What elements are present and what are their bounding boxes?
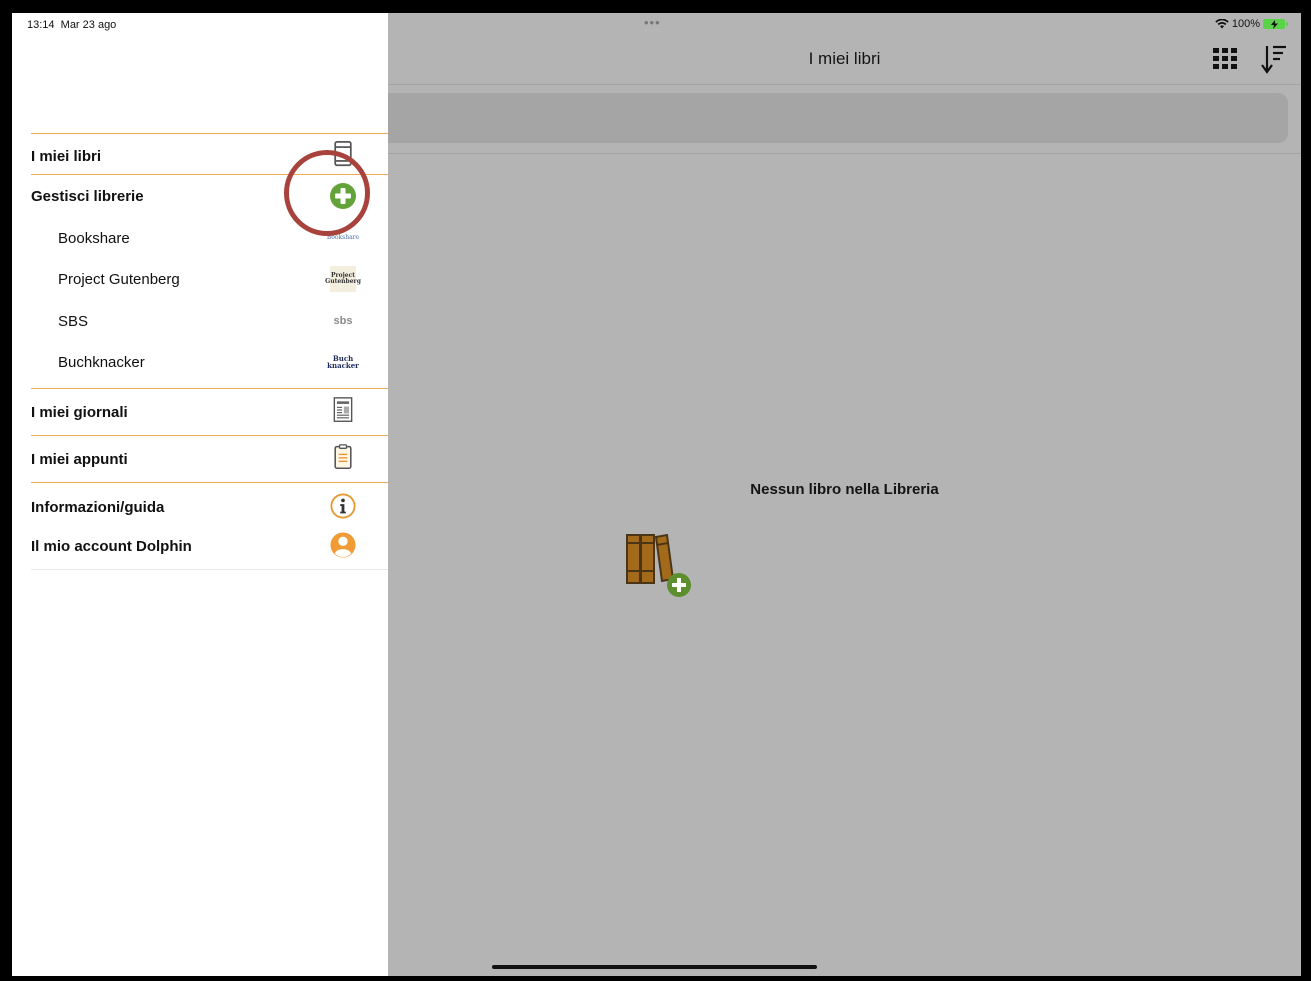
info-icon (330, 493, 356, 519)
sidebar-item-info-guide[interactable]: Informazioni/guida (31, 492, 388, 522)
add-books-icon[interactable] (625, 533, 695, 599)
highlight-circle (284, 150, 370, 236)
divider (31, 388, 388, 389)
sidebar-item-label: Buchknacker (58, 353, 145, 371)
sidebar-item-project-gutenberg[interactable]: Project Gutenberg Project Gutenberg (31, 264, 388, 294)
nav-actions (1213, 44, 1287, 74)
sidebar-item-label: SBS (58, 312, 89, 330)
status-time: 13:14 Mar 23 ago (27, 19, 117, 31)
divider (31, 482, 388, 483)
sidebar-item-label: Gestisci librerie (31, 187, 144, 205)
status-right: 100% (1215, 18, 1288, 30)
gutenberg-logo-icon: Project Gutenberg (325, 266, 361, 292)
sidebar-item-dolphin-account[interactable]: Il mio account Dolphin (31, 531, 388, 561)
search-divider (388, 153, 1301, 154)
wifi-icon (1215, 19, 1229, 29)
divider (31, 435, 388, 436)
sidebar-item-label: I miei giornali (31, 403, 128, 421)
newspaper-icon (333, 397, 353, 422)
account-icon (330, 532, 356, 558)
search-bar[interactable] (388, 93, 1288, 143)
battery-icon (1263, 19, 1288, 29)
sidebar-item-label: Bookshare (58, 229, 130, 247)
divider (31, 133, 388, 134)
sidebar-item-label: Project Gutenberg (58, 270, 180, 288)
page-title: I miei libri (808, 49, 881, 68)
empty-library-message: Nessun libro nella Libreria (750, 481, 939, 498)
sort-icon[interactable] (1261, 44, 1287, 74)
sidebar-item-label: Informazioni/guida (31, 498, 165, 516)
grid-icon[interactable] (1213, 48, 1237, 70)
sidebar-item-my-newspapers[interactable]: I miei giornali (31, 397, 388, 427)
main-content: I miei libri Nessun libro nella Libreria (388, 13, 1301, 976)
battery-percent: 100% (1231, 18, 1260, 30)
multitasking-dots[interactable]: ••• (644, 15, 661, 30)
sidebar-item-label: Il mio account Dolphin (31, 537, 192, 555)
sidebar-item-label: I miei appunti (31, 450, 128, 468)
sidebar-item-label: I miei libri (31, 147, 102, 165)
home-indicator[interactable] (492, 965, 817, 969)
sidebar-item-buchknacker[interactable]: Buchknacker Buch knacker (31, 347, 388, 377)
sidebar-item-my-notes[interactable]: I miei appunti (31, 444, 388, 474)
divider (31, 569, 388, 570)
ipad-screen: 13:14 Mar 23 ago ••• 100% I miei libri N… (12, 13, 1301, 976)
sbs-logo-icon: sbs (333, 315, 353, 327)
sidebar-item-sbs[interactable]: SBS sbs (31, 306, 388, 336)
sidebar-menu: I miei libri Gestisci librerie Bookshare… (12, 13, 388, 976)
nav-divider (388, 84, 1301, 85)
clipboard-icon (334, 444, 352, 470)
buchknacker-logo-icon: Buch knacker (327, 354, 359, 370)
